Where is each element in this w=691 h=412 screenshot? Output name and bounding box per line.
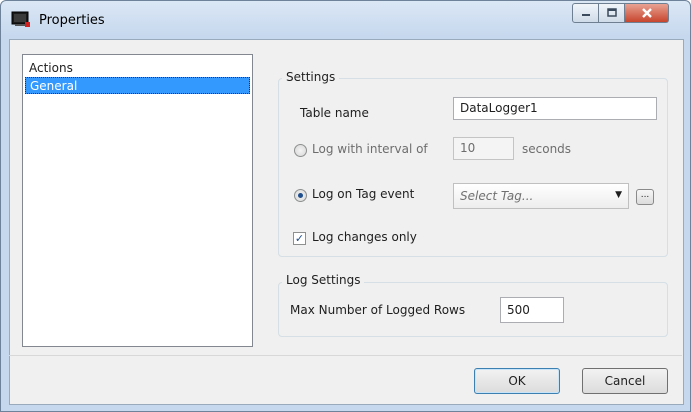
tag-select-dropdown[interactable]: Select Tag... ▼: [453, 183, 629, 209]
category-item-general[interactable]: General: [25, 77, 250, 94]
ok-button[interactable]: OK: [474, 368, 560, 394]
maximize-icon: [606, 8, 617, 17]
table-name-input[interactable]: DataLogger1: [453, 97, 657, 120]
window-title: Properties: [39, 13, 105, 28]
table-name-label: Table name: [300, 106, 369, 120]
close-icon: [641, 8, 652, 18]
seconds-unit-label: seconds: [522, 142, 572, 156]
settings-group-title: Settings: [282, 70, 340, 84]
log-changes-checkbox[interactable]: ✓: [293, 232, 306, 245]
footer-divider: [9, 355, 682, 356]
category-item-actions[interactable]: Actions: [25, 60, 250, 77]
browse-tag-button[interactable]: ...: [636, 189, 654, 205]
minimize-button[interactable]: [572, 3, 599, 23]
log-tag-event-radio[interactable]: [294, 189, 307, 202]
max-rows-label: Max Number of Logged Rows: [290, 303, 466, 317]
log-interval-label[interactable]: Log with interval of: [312, 142, 428, 156]
max-rows-input[interactable]: 500: [500, 297, 564, 323]
tag-select-placeholder: Select Tag...: [460, 189, 534, 203]
interval-seconds-input[interactable]: 10: [453, 137, 514, 160]
close-button[interactable]: [625, 3, 669, 23]
cancel-button[interactable]: Cancel: [582, 368, 668, 394]
minimize-icon: [581, 14, 590, 16]
log-interval-radio[interactable]: [294, 144, 307, 157]
maximize-button[interactable]: [599, 3, 625, 23]
dropdown-arrow-icon: ▼: [615, 190, 622, 200]
app-icon: [11, 11, 30, 27]
category-list[interactable]: Actions General: [22, 54, 253, 347]
log-settings-group-title: Log Settings: [282, 273, 365, 287]
log-tag-event-label[interactable]: Log on Tag event: [312, 187, 414, 201]
title-bar[interactable]: Properties: [1, 1, 690, 39]
log-changes-label[interactable]: Log changes only: [312, 230, 417, 244]
